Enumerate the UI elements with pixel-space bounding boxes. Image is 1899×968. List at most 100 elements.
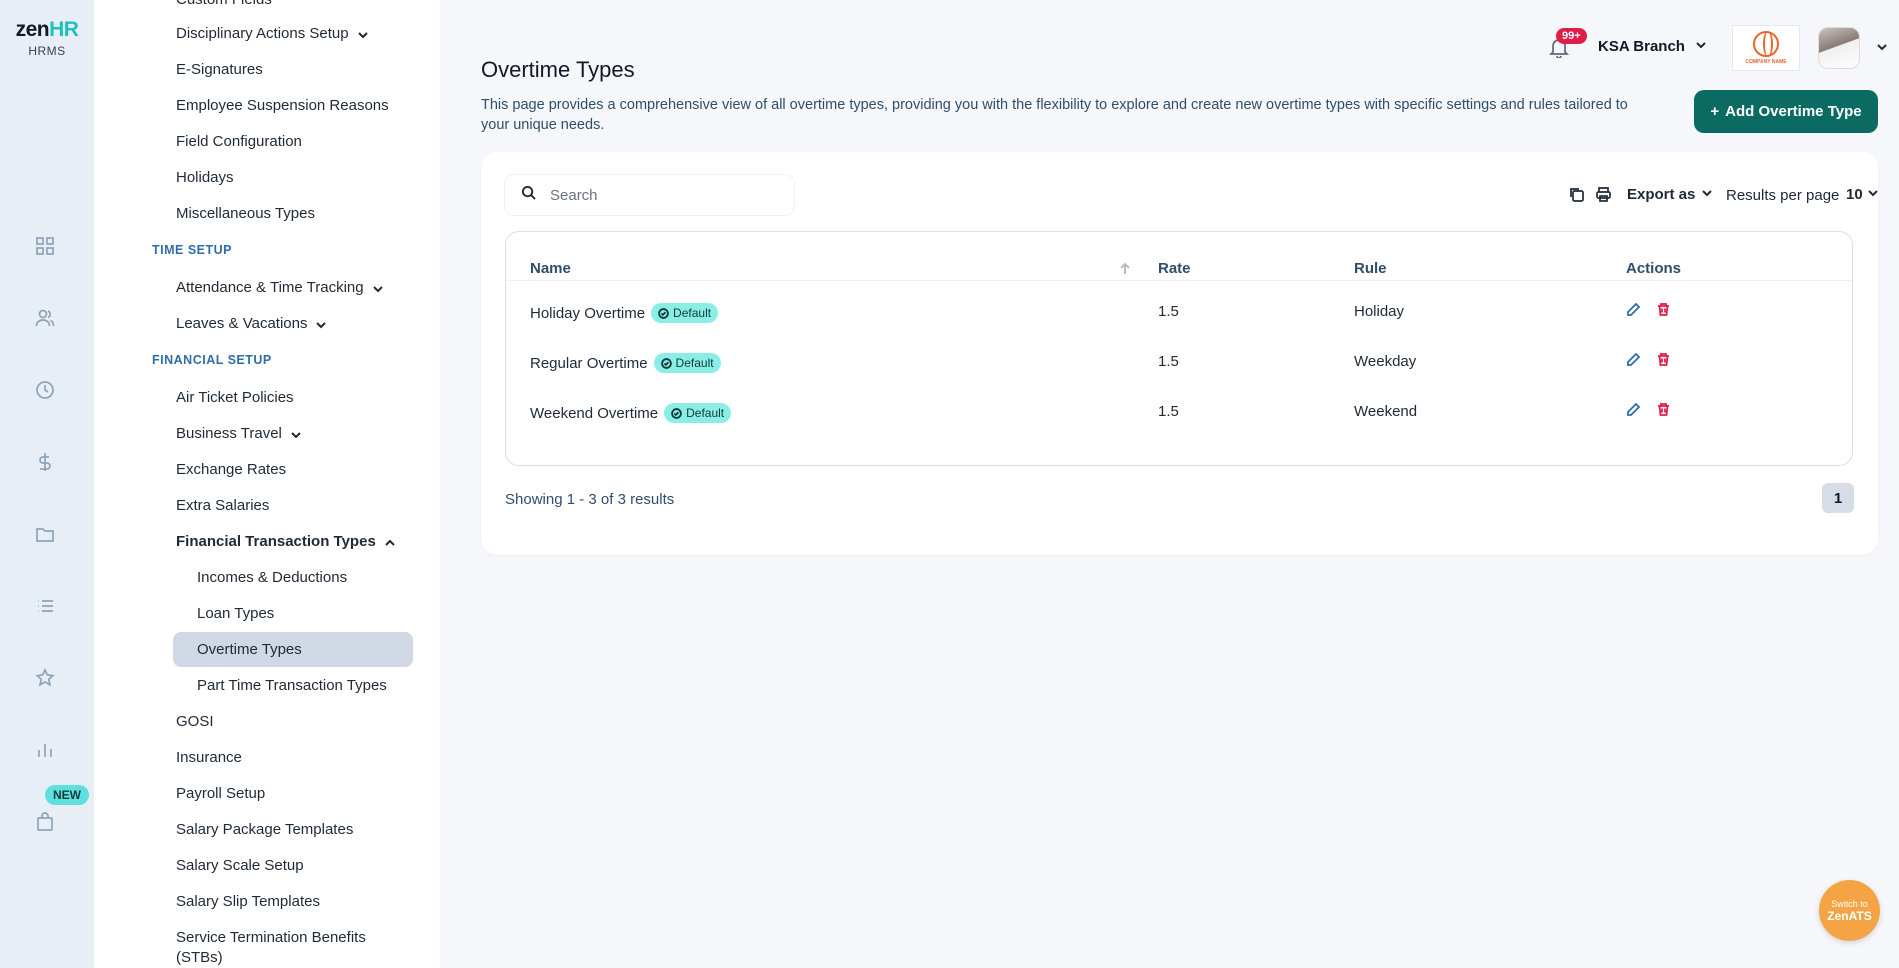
overtime-types-table: Name Rate Rule Actions Holiday Overtime D… [505, 231, 1853, 466]
sidebar-item-holidays[interactable]: Holidays [176, 169, 234, 186]
check-circle-icon [660, 357, 672, 369]
sidebar-item-label: Leaves & Vacations [176, 315, 308, 332]
sidebar-item-label: E-Signatures [176, 61, 263, 78]
sidebar-item-part-time-transaction-types[interactable]: Part Time Transaction Types [197, 677, 387, 694]
sidebar-item-gosi[interactable]: GOSI [176, 713, 214, 730]
bag-icon[interactable] [33, 810, 57, 834]
settings-sidebar: Custom Fields Disciplinary Actions Setup… [94, 0, 440, 968]
column-header-name[interactable]: Name [530, 260, 571, 277]
row-rate: 1.5 [1158, 403, 1179, 420]
sidebar-item-label: Miscellaneous Types [176, 205, 315, 222]
sidebar-item-field-configuration[interactable]: Field Configuration [176, 133, 302, 150]
sidebar-item-suspension-reasons[interactable]: Employee Suspension Reasons [176, 97, 389, 114]
results-per-page-select[interactable]: 10 [1846, 186, 1879, 203]
clock-icon[interactable] [33, 378, 57, 402]
results-summary: Showing 1 - 3 of 3 results [505, 491, 675, 508]
table-row: Regular Overtime Default 1.5 Weekday [506, 339, 1852, 389]
branch-label: KSA Branch [1598, 38, 1685, 55]
notification-count-badge: 99+ [1556, 28, 1587, 44]
sidebar-item-custom-fields[interactable]: Custom Fields [176, 0, 272, 8]
sidebar-item-miscellaneous-types[interactable]: Miscellaneous Types [176, 205, 315, 222]
people-icon[interactable] [33, 306, 57, 330]
search-icon [521, 185, 536, 205]
row-rate: 1.5 [1158, 353, 1179, 370]
chevron-down-icon[interactable] [1876, 40, 1888, 58]
chevron-down-icon [315, 318, 327, 330]
sidebar-item-business-travel[interactable]: Business Travel [176, 425, 302, 442]
edit-icon[interactable] [1626, 302, 1644, 320]
results-per-page-label: Results per page [1726, 187, 1840, 204]
sidebar-item-e-signatures[interactable]: E-Signatures [176, 61, 263, 78]
delete-icon[interactable] [1656, 352, 1674, 370]
header-divider [506, 280, 1852, 281]
chevron-up-icon [384, 536, 396, 548]
pagination-page-1[interactable]: 1 [1822, 483, 1854, 513]
chevron-down-icon [357, 28, 369, 40]
sidebar-item-label: Custom Fields [176, 0, 272, 8]
row-rule: Weekday [1354, 353, 1417, 370]
sidebar-item-salary-package-templates[interactable]: Salary Package Templates [176, 821, 353, 838]
search-box[interactable] [504, 174, 795, 216]
print-icon[interactable] [1595, 186, 1613, 204]
sidebar-item-extra-salaries[interactable]: Extra Salaries [176, 497, 269, 514]
branch-selector[interactable]: KSA Branch [1598, 38, 1707, 55]
app-logo[interactable]: zenHR HRMS [10, 18, 84, 58]
sidebar-item-incomes-deductions[interactable]: Incomes & Deductions [197, 569, 347, 586]
sidebar-item-stbs[interactable]: Service Termination Benefits (STBs) [176, 929, 366, 966]
star-icon[interactable] [33, 666, 57, 690]
sidebar-item-label: Incomes & Deductions [197, 569, 348, 586]
zenats-line2: ZenATS [1827, 908, 1872, 923]
sidebar-item-label: Extra Salaries [176, 497, 270, 514]
brand-accent: HR [49, 18, 79, 41]
sidebar-item-label: Financial Transaction Types [176, 533, 376, 550]
add-button-label: Add Overtime Type [1725, 103, 1862, 120]
column-header-rule[interactable]: Rule [1354, 260, 1387, 277]
column-header-rate[interactable]: Rate [1158, 260, 1191, 277]
sort-arrow-up-icon[interactable] [1118, 262, 1132, 281]
sidebar-item-label: Overtime Types [197, 641, 302, 658]
sidebar-item-leaves[interactable]: Leaves & Vacations [176, 315, 327, 332]
sidebar-item-air-ticket[interactable]: Air Ticket Policies [176, 389, 294, 406]
delete-icon[interactable] [1656, 302, 1674, 320]
export-dropdown[interactable]: Export as [1627, 186, 1713, 203]
edit-icon[interactable] [1626, 352, 1644, 370]
sidebar-item-overtime-types[interactable]: Overtime Types [197, 641, 302, 658]
sidebar-item-label: GOSI [176, 713, 214, 730]
sidebar-item-label: Exchange Rates [176, 461, 287, 478]
section-financial-setup: FINANCIAL SETUP [152, 353, 272, 367]
delete-icon[interactable] [1656, 402, 1674, 420]
list-icon[interactable] [33, 594, 57, 618]
dollar-icon[interactable] [33, 450, 57, 474]
badge-label: Default [686, 406, 725, 420]
dashboard-icon[interactable] [33, 234, 57, 258]
sidebar-item-label: Payroll Setup [176, 785, 266, 802]
add-overtime-type-button[interactable]: + Add Overtime Type [1694, 90, 1878, 133]
sidebar-item-attendance[interactable]: Attendance & Time Tracking [176, 279, 384, 296]
row-name: Regular Overtime [530, 354, 648, 372]
row-rule: Weekend [1354, 403, 1418, 420]
chevron-down-icon [1867, 186, 1879, 203]
sidebar-item-insurance[interactable]: Insurance [176, 749, 242, 766]
folder-icon[interactable] [33, 522, 57, 546]
sidebar-item-label: Field Configuration [176, 133, 302, 150]
chart-icon[interactable] [33, 738, 57, 762]
sidebar-item-payroll-setup[interactable]: Payroll Setup [176, 785, 265, 802]
sidebar-item-label: Disciplinary Actions Setup [176, 25, 349, 42]
sidebar-item-salary-slip-templates[interactable]: Salary Slip Templates [176, 893, 320, 910]
sidebar-item-exchange-rates[interactable]: Exchange Rates [176, 461, 286, 478]
edit-icon[interactable] [1626, 402, 1644, 420]
switch-to-zenats-button[interactable]: Switch to ZenATS [1819, 880, 1880, 941]
company-logo[interactable]: COMPANY NAME [1732, 25, 1800, 71]
copy-icon[interactable] [1568, 186, 1586, 204]
sidebar-item-label: Business Travel [176, 425, 282, 442]
sidebar-item-loan-types[interactable]: Loan Types [197, 605, 274, 622]
badge-label: Default [673, 306, 712, 320]
sidebar-item-label: Air Ticket Policies [176, 389, 294, 406]
sidebar-item-financial-transaction-types[interactable]: Financial Transaction Types [176, 533, 396, 550]
sidebar-item-salary-scale-setup[interactable]: Salary Scale Setup [176, 857, 304, 874]
sidebar-item-disciplinary-actions[interactable]: Disciplinary Actions Setup [176, 25, 369, 42]
sidebar-item-label: Holidays [176, 169, 234, 186]
avatar[interactable] [1818, 27, 1860, 69]
row-name: Holiday Overtime [530, 304, 646, 322]
search-input[interactable] [550, 186, 770, 204]
